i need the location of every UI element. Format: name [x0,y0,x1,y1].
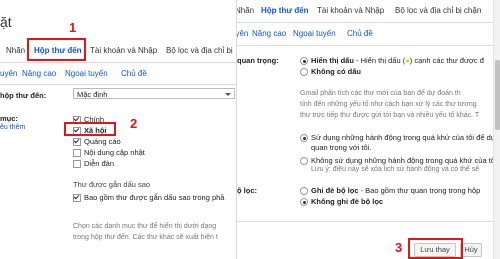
markers-none-radio[interactable] [300,68,308,76]
subtab-divider [237,45,500,46]
inbox-type-value: Mặc định [77,90,108,99]
gmail-description-line-3: thư trực tiếp thư được gửi tới bạn và nh… [300,112,480,119]
tab-accounts-import[interactable]: Tài khoản và Nhập [90,46,157,55]
subtab-general[interactable]: uyên [237,29,248,38]
inbox-type-label: hộp thư đến: [0,91,47,100]
chevron-down-icon [225,93,231,96]
highlight-save-button [408,238,463,259]
subtab-themes[interactable]: Chủ đề [347,29,373,38]
footer-divider [237,221,495,222]
tab-accounts-import[interactable]: Tài khoản và Nhập [317,6,384,15]
filtered-mail-label: ộ lọc: [237,186,257,195]
scrollbar-thumb[interactable] [495,60,500,130]
gmail-description-line-2: tính đến những yếu tố như cách bạn xử lý… [300,101,477,108]
step-number-1: 1 [69,20,77,35]
step-number-2: 2 [130,116,138,131]
subtab-advanced[interactable]: Nâng cao [22,69,56,78]
past-actions-use-radio[interactable] [300,134,308,142]
override-filters-radio[interactable] [300,187,308,195]
starred-heading: Thư được gắn dấu sao [73,180,151,189]
tab-divider [0,62,238,63]
categories-label: mục: [0,114,18,123]
subtab-advanced[interactable]: Nâng cao [252,29,286,38]
markers-show-radio[interactable] [300,57,308,65]
subtab-offline[interactable]: Ngoại tuyến [65,69,108,78]
tab-filters-blocked[interactable]: Bộ lọc và địa chỉ bị [166,46,233,55]
tab-divider [237,22,500,23]
subtab-themes[interactable]: Chủ đề [121,69,147,78]
markers-none-label: Không có dấu [311,67,361,76]
past-actions-use-line-1: Sử dụng những hành động trong quá khứ củ… [311,133,496,142]
past-actions-use-line-2: quan trọng với tôi. [311,143,372,152]
starred-checkbox[interactable] [73,194,81,202]
category-checkbox-updates[interactable] [73,149,81,157]
highlight-inbox-tab [27,38,86,61]
override-filters-label: Ghi đè bộ lọc - Bao gồm thư quan trọng t… [311,186,481,195]
learn-more-link[interactable]: êu thêm [0,124,25,131]
markers-show-label: Hiển thị dấu - Hiển thị dấu (●) cạnh các… [311,56,484,65]
tab-labels[interactable]: Nhãn [237,6,254,15]
category-label-updates: Nội dung cập nhật [84,148,145,157]
categories-description-line-2: trong hộp thư đến. Các thư khác sẽ xuất … [73,234,218,241]
gmail-description-line-1: Gmail phân tích các thư mới của bạn để d… [300,90,461,97]
scrollbar[interactable] [493,0,500,259]
subtab-divider [0,84,238,85]
category-checkbox-promotions[interactable] [73,138,81,146]
left-settings-pane: ặt Nhãn Hộp thư đến Tài khoản và Nhập Bộ… [0,0,238,259]
tab-labels[interactable]: Nhãn [6,46,25,55]
past-actions-ignore-radio[interactable] [300,157,308,165]
step-number-3: 3 [395,240,403,255]
subtab-offline[interactable]: Ngoại tuyến [293,29,336,38]
categories-description-line-1: Chọn các danh mục thư để hiển thị dưới d… [73,223,217,230]
tab-filters-blocked[interactable]: Bộ lọc và địa chỉ bị chặn [395,6,481,15]
past-actions-ignore-line-1: Không sử dụng những hành động trong quá … [311,156,497,165]
past-actions-ignore-line-2: Lưu ý: điều này sẽ xóa lịch sử hành động… [311,166,480,173]
importance-markers-label: quan trọng: [237,56,279,65]
subtab-general[interactable]: uyên [0,69,17,78]
starred-option-label: Bao gồm thư được gắn dấu sao trong phầ [84,193,225,202]
category-checkbox-forums[interactable] [73,160,81,168]
category-label-forums: Diễn đàn [84,159,115,168]
highlight-social-category [64,122,116,136]
right-settings-pane: Nhãn Hộp thư đến Tài khoản và Nhập Bộ lọ… [236,0,500,259]
inbox-type-select[interactable]: Mặc định [73,88,235,99]
cancel-button[interactable]: Hủy [460,243,482,257]
category-label-promotions: Quảng cáo [84,137,121,146]
no-override-filters-label: Không ghi đè bộ lọc [311,197,384,206]
page-title-fragment: ặt [0,14,12,30]
no-override-filters-radio[interactable] [300,198,308,206]
tab-inbox[interactable]: Hộp thư đến [261,6,309,15]
